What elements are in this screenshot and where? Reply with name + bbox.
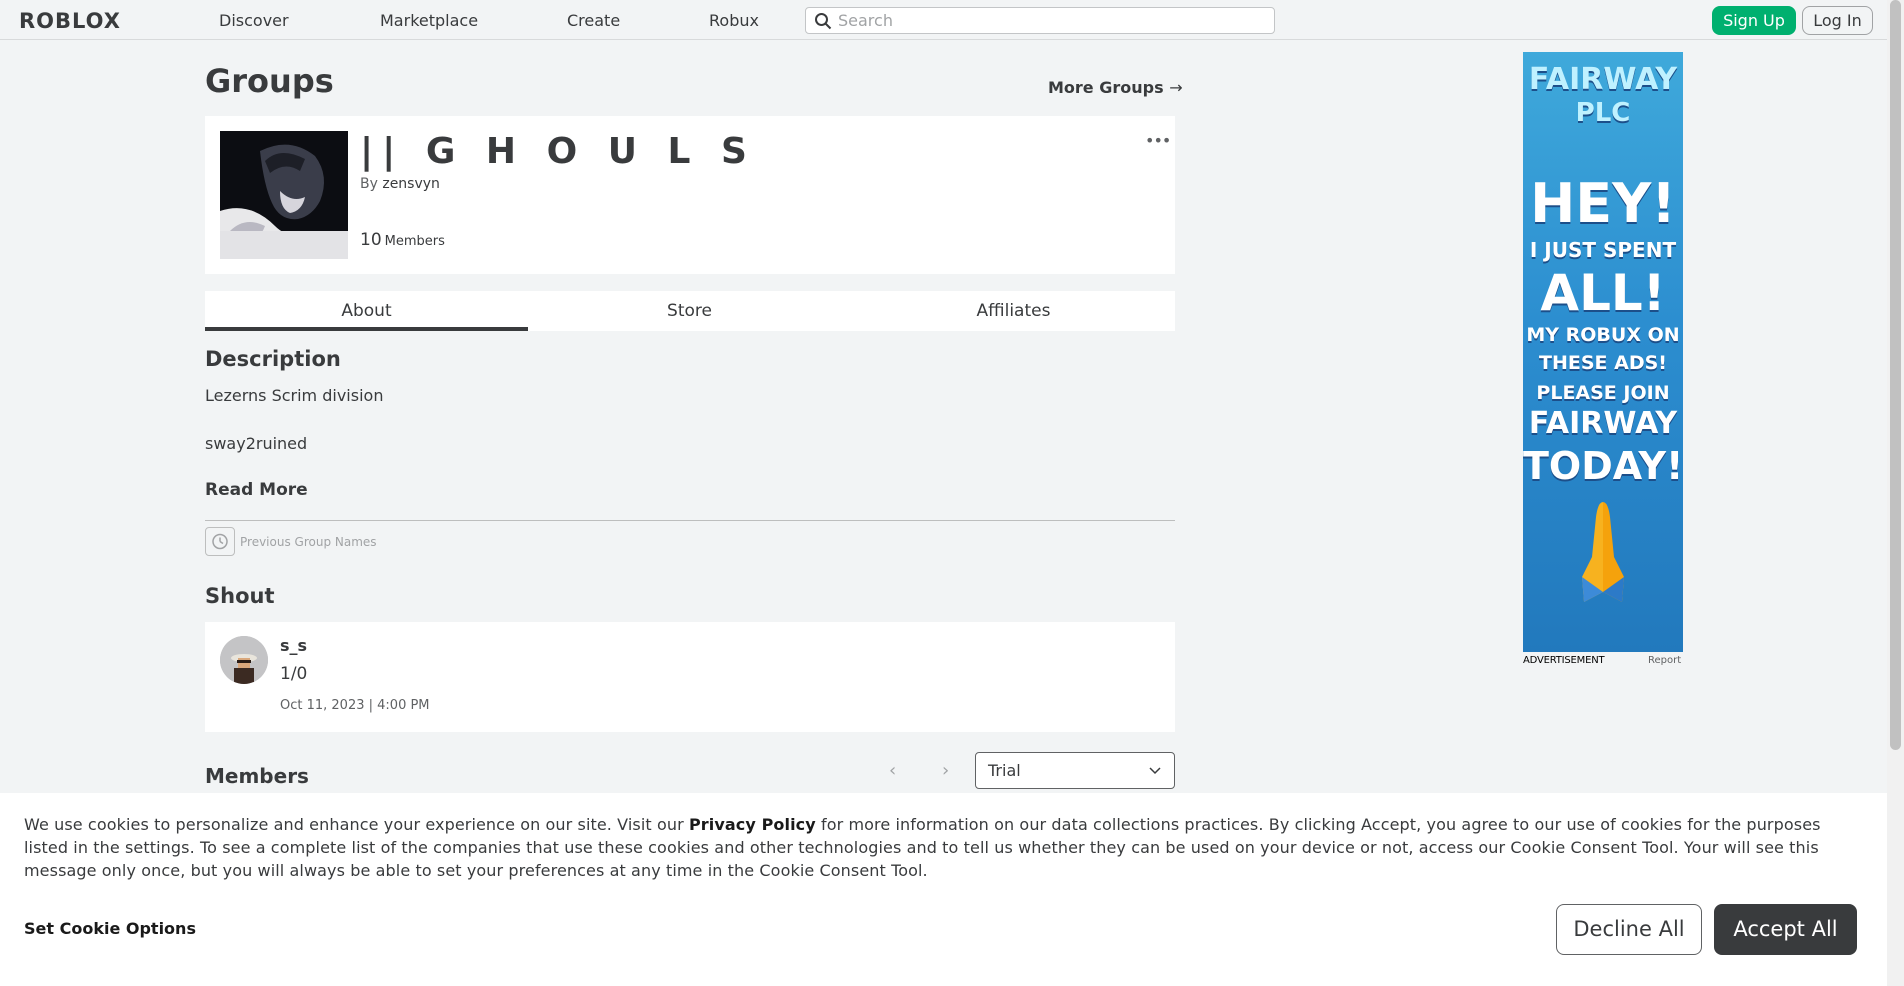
nav-link-discover[interactable]: Discover [219,11,289,30]
ad-text: PLC [1575,98,1631,128]
shout-card: s_s 1/0 Oct 11, 2023 | 4:00 PM [205,622,1175,732]
ad-text: MY ROBUX ON [1526,324,1680,346]
divider [205,520,1175,521]
shout-date: Oct 11, 2023 | 4:00 PM [280,698,430,713]
group-header-card: || G H O U L S By zensvyn 10 Members ••• [205,116,1175,274]
ad-text: PLEASE JOIN [1536,382,1670,404]
accept-all-button[interactable]: Accept All [1714,904,1857,955]
ad-text: TODAY! [1523,444,1683,488]
shout-title: Shout [205,584,275,608]
ad-text: ALL! [1540,264,1666,322]
role-dropdown-value: Trial [988,761,1021,780]
scrollbar-thumb[interactable] [1890,0,1901,750]
ad-text: HEY! [1530,172,1676,235]
chevron-right-icon[interactable]: › [942,760,949,781]
ad-text: FAIRWAY [1528,62,1678,97]
chevron-down-icon [1149,767,1161,775]
description-line: sway2ruined [205,434,308,453]
sign-up-button[interactable]: Sign Up [1712,6,1796,35]
previous-names-label: Previous Group Names [240,535,377,549]
description-title: Description [205,347,341,371]
cookie-message: We use cookies to personalize and enhanc… [24,813,1864,882]
owner-link[interactable]: zensvyn [382,176,440,192]
read-more-button[interactable]: Read More [205,480,308,500]
top-navigation: ROBLOX Discover Marketplace Create Robux… [0,0,1887,40]
log-in-button[interactable]: Log In [1802,6,1873,35]
advertisement-label: ADVERTISEMENT [1523,655,1605,666]
praying-hands-icon [1582,502,1624,602]
avatar[interactable] [220,636,268,684]
cookie-consent-banner: We use cookies to personalize and enhanc… [0,793,1887,986]
group-emblem [220,131,348,259]
role-dropdown[interactable]: Trial [975,752,1175,789]
advertisement-banner[interactable]: FAIRWAY PLC HEY! I JUST SPENT ALL! MY RO… [1523,52,1683,652]
owner-by-label: By [360,176,378,192]
group-owner: By zensvyn [360,176,440,192]
member-count: 10 Members [360,230,445,250]
tab-affiliates[interactable]: Affiliates [852,291,1175,331]
roblox-logo[interactable]: ROBLOX [19,9,121,33]
cookie-text-before: We use cookies to personalize and enhanc… [24,815,689,834]
shout-message: 1/0 [280,664,308,684]
decline-all-button[interactable]: Decline All [1556,904,1702,955]
more-options-icon[interactable]: ••• [1145,131,1171,150]
nav-link-robux[interactable]: Robux [709,11,759,30]
report-ad-link[interactable]: Report [1648,655,1681,666]
search-icon[interactable] [814,12,832,30]
privacy-policy-link[interactable]: Privacy Policy [689,815,816,834]
tab-about[interactable]: About [205,291,528,331]
chevron-left-icon[interactable]: ‹ [889,760,896,781]
set-cookie-options-button[interactable]: Set Cookie Options [24,919,196,938]
shout-username[interactable]: s_s [280,636,307,655]
history-icon[interactable] [205,527,235,556]
search-input[interactable] [838,10,1258,31]
ad-text: FAIRWAY [1528,406,1678,441]
group-name: || G H O U L S [360,131,756,172]
ad-text: I JUST SPENT [1529,238,1677,262]
page-title: Groups [205,62,334,100]
more-groups-link[interactable]: More Groups → [1048,78,1183,97]
group-tabs: About Store Affiliates [205,291,1175,331]
more-groups-label: More Groups [1048,78,1164,97]
member-count-value: 10 [360,230,382,250]
arrow-right-icon: → [1169,78,1183,97]
ad-text: THESE ADS! [1539,352,1667,374]
nav-link-marketplace[interactable]: Marketplace [380,11,478,30]
tab-store[interactable]: Store [528,291,851,331]
description-line: Lezerns Scrim division [205,386,384,405]
nav-link-create[interactable]: Create [567,11,620,30]
search-box [805,7,1275,34]
member-count-label: Members [384,234,445,249]
members-title: Members [205,764,309,788]
